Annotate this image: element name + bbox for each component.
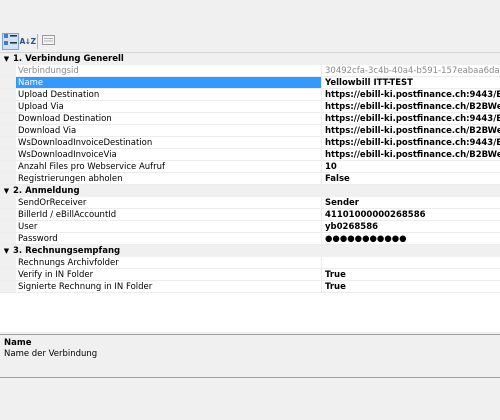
toolbar-separator [37, 34, 38, 49]
property-name[interactable]: Name [16, 77, 322, 88]
property-row[interactable]: Anzahl Files pro Webservice Aufruf 10 [0, 161, 500, 173]
row-margin [0, 149, 16, 160]
category-header[interactable]: ▼ 1. Verbindung Generell [0, 53, 500, 65]
property-name[interactable]: User [16, 221, 322, 232]
property-name[interactable]: Verbindungsid [16, 65, 322, 76]
help-pane: Name Name der Verbindung [0, 334, 500, 378]
property-value[interactable]: yb0268586 [322, 222, 500, 232]
property-value[interactable]: https://ebill-ki.postfinance.ch:9443/B2B… [322, 90, 500, 100]
category-title: 3. Rechnungsempfang [13, 246, 121, 256]
property-grid-toolbar: A↓Z [0, 0, 500, 52]
row-margin [0, 233, 16, 244]
property-row[interactable]: Name Yellowbill ITT-TEST [0, 77, 500, 89]
row-margin [0, 257, 16, 268]
property-value[interactable]: https://ebill-ki.postfinance.ch/B2BWebSe… [322, 102, 500, 112]
category-header[interactable]: ▼ 2. Anmeldung [0, 185, 500, 197]
property-row[interactable]: WsDownloadInvoiceVia https://ebill-ki.pos… [0, 149, 500, 161]
property-row[interactable]: Signierte Rechnung in IN Folder True [0, 281, 500, 293]
property-value: 30492cfa-3c4b-40a4-b591-157eabaa6dae [325, 65, 500, 76]
property-row[interactable]: Upload Destination https://ebill-ki.postf… [0, 89, 500, 101]
property-row[interactable]: WsDownloadInvoiceDestination https://ebil… [0, 137, 500, 149]
property-grid: ▼ 1. Verbindung Generell Verbindungsid 3049… [0, 52, 500, 332]
property-row[interactable]: Rechnungs Archivfolder [0, 257, 500, 269]
property-row[interactable]: Verify in IN Folder True [0, 269, 500, 281]
property-value[interactable]: ●●●●●●●●●●● [322, 234, 500, 244]
help-title: Name [4, 338, 32, 348]
property-name[interactable]: Signierte Rechnung in IN Folder [16, 281, 322, 292]
sort-az-icon: A↓Z [19, 37, 36, 46]
property-value[interactable]: Sender [322, 198, 500, 208]
row-margin [0, 101, 16, 112]
property-value[interactable]: True [322, 282, 500, 292]
categorized-button[interactable] [2, 33, 19, 50]
property-value[interactable]: https://ebill-ki.postfinance.ch/B2BWebSe… [322, 150, 500, 160]
property-name[interactable]: Verify in IN Folder [16, 269, 322, 280]
property-name[interactable]: WsDownloadInvoiceVia [16, 149, 322, 160]
row-margin [0, 197, 16, 208]
category-header[interactable]: ▼ 3. Rechnungsempfang [0, 245, 500, 257]
property-value[interactable]: https://ebill-ki.postfinance.ch:9443/B2B… [322, 114, 500, 124]
property-row[interactable]: Download Via https://ebill-ki.postfinance… [0, 125, 500, 137]
row-margin [0, 137, 16, 148]
row-margin [0, 77, 16, 88]
property-name[interactable]: Download Via [16, 125, 322, 136]
row-margin [0, 89, 16, 100]
property-name[interactable]: Rechnungs Archivfolder [16, 257, 322, 268]
row-margin [0, 161, 16, 172]
property-row[interactable]: Registrierungen abholen False [0, 173, 500, 185]
category-title: 1. Verbindung Generell [13, 54, 124, 64]
property-value[interactable]: False [322, 174, 500, 184]
property-row[interactable]: SendOrReceiver Sender [0, 197, 500, 209]
row-margin [0, 209, 16, 220]
row-margin [0, 65, 16, 76]
row-margin [0, 269, 16, 280]
property-name[interactable]: Upload Destination [16, 89, 322, 100]
property-value[interactable]: 10 [322, 162, 500, 172]
property-row[interactable]: Password ●●●●●●●●●●● [0, 233, 500, 245]
property-row[interactable]: BillerId / eBillAccountId 411010000002685… [0, 209, 500, 221]
property-name[interactable]: Anzahl Files pro Webservice Aufruf [16, 161, 322, 172]
property-value[interactable]: True [322, 270, 500, 280]
property-row[interactable]: Download Destination https://ebill-ki.pos… [0, 113, 500, 125]
help-description: Name der Verbindung [4, 349, 98, 359]
category-title: 2. Anmeldung [13, 186, 80, 196]
property-name[interactable]: Password [16, 233, 322, 244]
property-name[interactable]: Upload Via [16, 101, 322, 112]
property-value[interactable]: https://ebill-ki.postfinance.ch:9443/B2B… [322, 138, 500, 148]
collapse-chevron-icon[interactable]: ▼ [0, 247, 13, 255]
property-pages-button[interactable] [40, 33, 57, 50]
property-value[interactable]: https://ebill-ki.postfinance.ch/B2BWebSe… [322, 126, 500, 136]
categorized-icon [4, 34, 17, 49]
collapse-chevron-icon[interactable]: ▼ [0, 187, 13, 195]
property-name[interactable]: Download Destination [16, 113, 322, 124]
collapse-chevron-icon[interactable]: ▼ [0, 55, 13, 63]
property-value[interactable]: 41101000000268586 [322, 210, 500, 220]
property-row[interactable]: Upload Via https://ebill-ki.postfinance.c… [0, 101, 500, 113]
property-value[interactable]: Yellowbill ITT-TEST [322, 78, 500, 88]
row-margin [0, 221, 16, 232]
row-margin [0, 173, 16, 184]
property-name[interactable]: BillerId / eBillAccountId [16, 209, 322, 220]
property-pages-icon [42, 34, 55, 49]
property-name[interactable]: WsDownloadInvoiceDestination [16, 137, 322, 148]
row-margin [0, 125, 16, 136]
property-name[interactable]: SendOrReceiver [16, 197, 322, 208]
property-row[interactable]: Verbindungsid 30492cfa-3c4b-40a4-b591-157… [0, 65, 500, 77]
alphabetical-button[interactable]: A↓Z [19, 33, 36, 50]
property-row[interactable]: User yb0268586 [0, 221, 500, 233]
property-name[interactable]: Registrierungen abholen [16, 173, 322, 184]
row-margin [0, 113, 16, 124]
row-margin [0, 281, 16, 292]
